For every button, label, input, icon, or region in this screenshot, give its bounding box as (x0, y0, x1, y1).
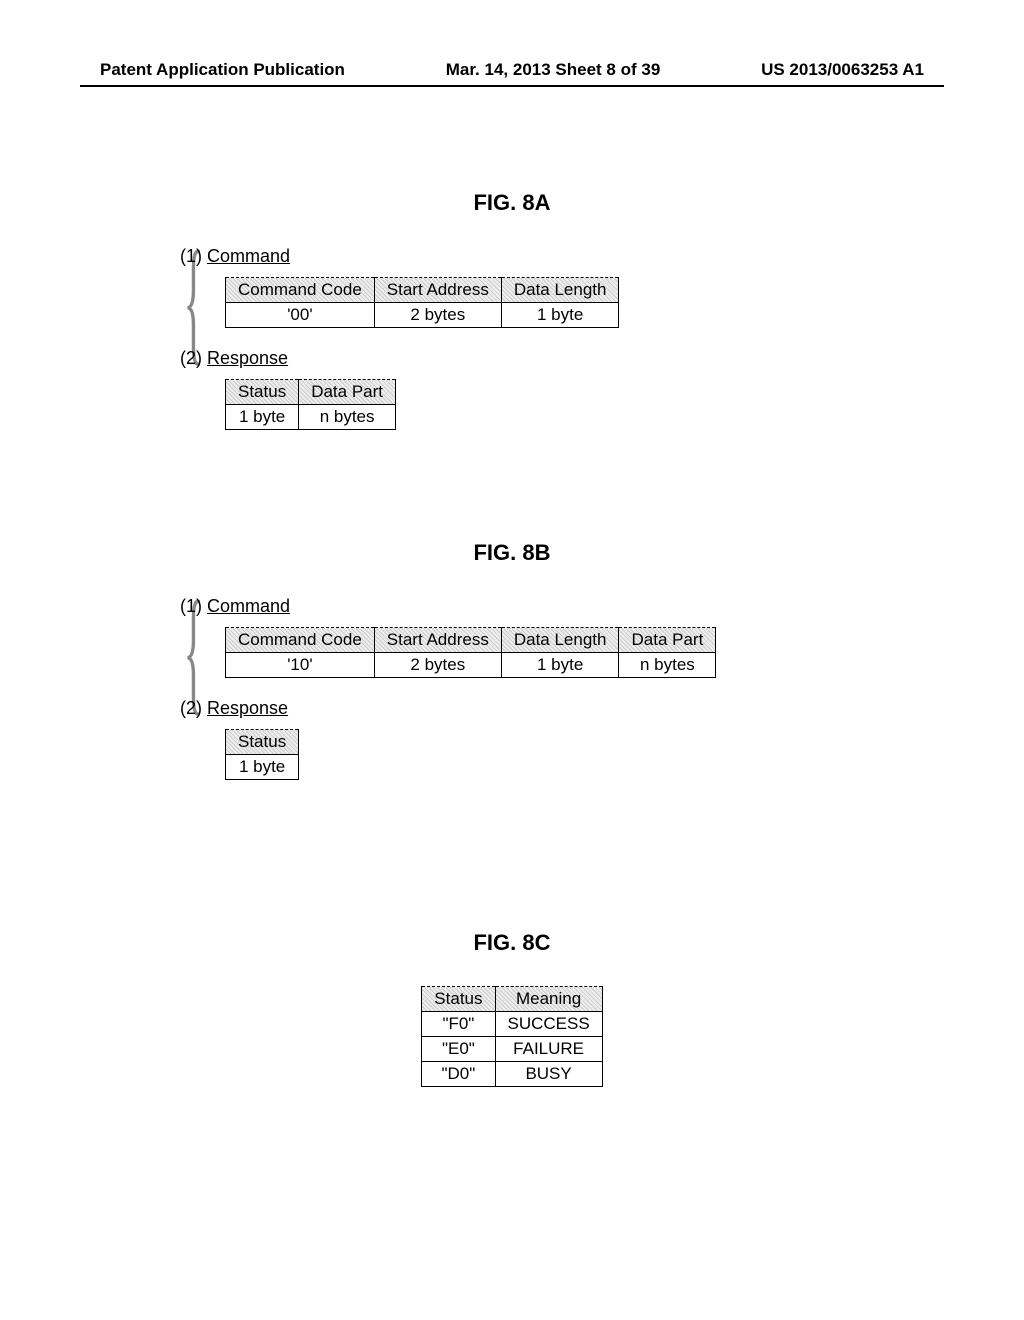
table-cell: FAILURE (495, 1037, 602, 1062)
table-header: Status (226, 730, 299, 755)
table-header: Status (226, 380, 299, 405)
table-cell: 1 byte (226, 755, 299, 780)
table-cell: 1 byte (226, 405, 299, 430)
command-table: Command Code Start Address Data Length '… (225, 277, 619, 328)
response-table: Status Data Part 1 byte n bytes (225, 379, 396, 430)
table-header: Data Length (501, 628, 619, 653)
figure-title: FIG. 8C (0, 930, 1024, 956)
table-header: Status (422, 987, 495, 1012)
figure-8b: FIG. 8B (1) Command Command Code Start A… (0, 540, 1024, 800)
table-cell: BUSY (495, 1062, 602, 1087)
table-cell: n bytes (619, 653, 716, 678)
table-header: Meaning (495, 987, 602, 1012)
table-cell: '00' (226, 303, 375, 328)
command-label: (1) Command (180, 246, 1024, 267)
table-cell: '10' (226, 653, 375, 678)
figure-title: FIG. 8B (0, 540, 1024, 566)
header-divider (80, 85, 944, 87)
table-header: Data Part (299, 380, 396, 405)
command-label: (1) Command (180, 596, 1024, 617)
table-header: Command Code (226, 278, 375, 303)
page-header: Patent Application Publication Mar. 14, … (0, 60, 1024, 80)
table-cell: 1 byte (501, 303, 619, 328)
command-table: Command Code Start Address Data Length D… (225, 627, 716, 678)
status-table: Status Meaning "F0" SUCCESS "E0" FAILURE… (421, 986, 602, 1087)
table-cell: 1 byte (501, 653, 619, 678)
table-cell: 2 bytes (374, 653, 501, 678)
header-center: Mar. 14, 2013 Sheet 8 of 39 (446, 60, 661, 80)
table-cell: "D0" (422, 1062, 495, 1087)
response-table: Status 1 byte (225, 729, 299, 780)
table-cell: SUCCESS (495, 1012, 602, 1037)
figure-title: FIG. 8A (0, 190, 1024, 216)
table-header: Command Code (226, 628, 375, 653)
table-cell: 2 bytes (374, 303, 501, 328)
table-cell: "E0" (422, 1037, 495, 1062)
figure-8c: FIG. 8C Status Meaning "F0" SUCCESS "E0"… (0, 930, 1024, 1107)
table-cell: n bytes (299, 405, 396, 430)
table-header: Data Length (501, 278, 619, 303)
header-left: Patent Application Publication (100, 60, 345, 80)
table-header: Start Address (374, 278, 501, 303)
response-label: (2) Response (180, 698, 1024, 719)
header-right: US 2013/0063253 A1 (761, 60, 924, 80)
table-header: Data Part (619, 628, 716, 653)
table-header: Start Address (374, 628, 501, 653)
figure-8a: FIG. 8A (1) Command Command Code Start A… (0, 190, 1024, 450)
table-cell: "F0" (422, 1012, 495, 1037)
response-label: (2) Response (180, 348, 1024, 369)
